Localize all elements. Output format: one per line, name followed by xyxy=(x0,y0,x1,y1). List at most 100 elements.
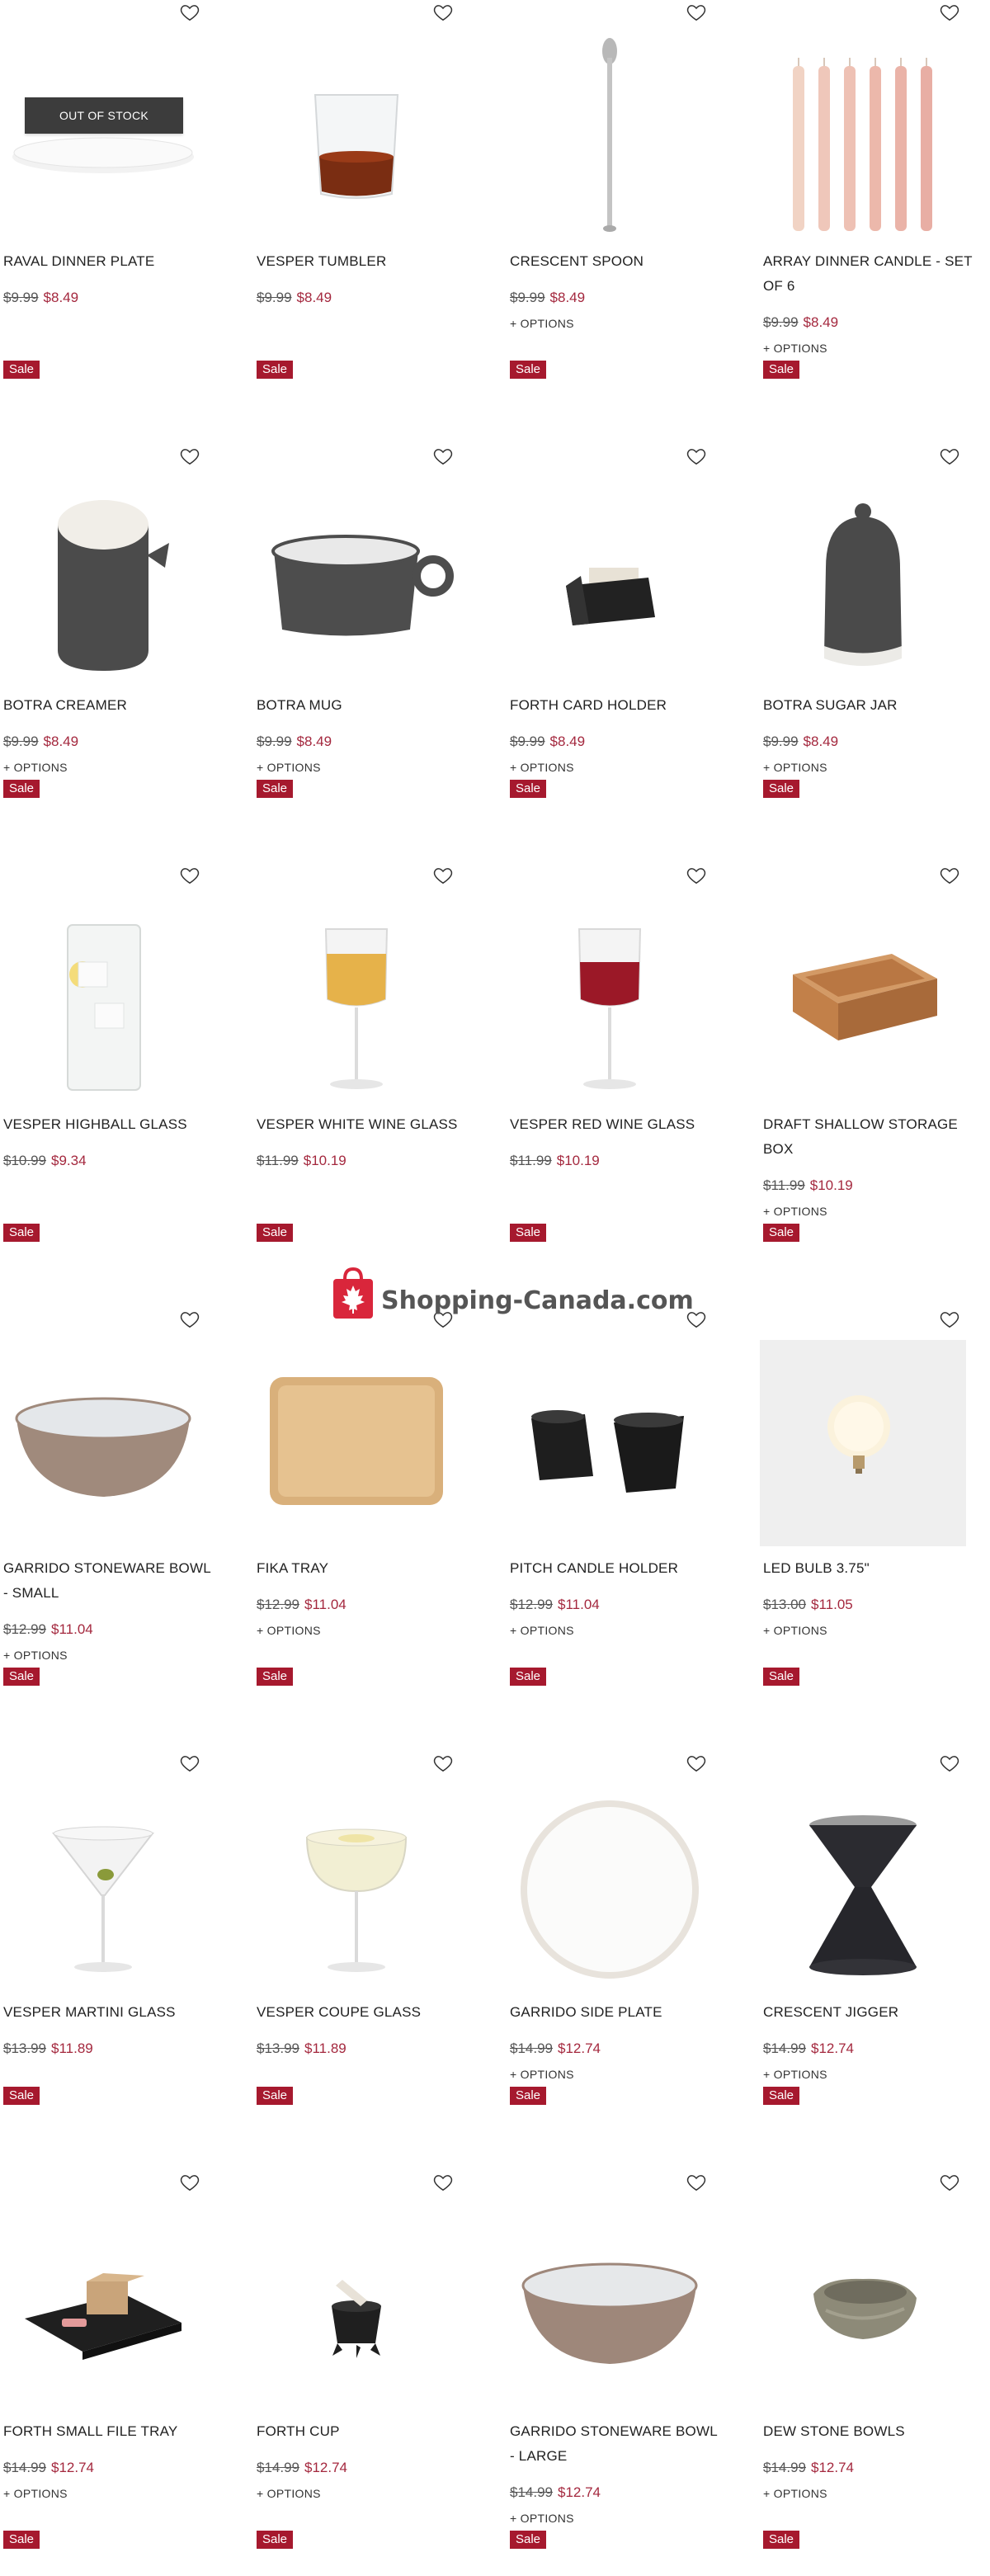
options-link[interactable]: + OPTIONS xyxy=(763,2068,827,2081)
product-image[interactable] xyxy=(0,1340,206,1546)
product-image[interactable] xyxy=(760,2203,966,2409)
heart-outline-icon[interactable] xyxy=(936,1749,964,1777)
product-image[interactable] xyxy=(760,33,966,239)
heart-outline-icon[interactable] xyxy=(682,1749,710,1777)
options-link[interactable]: + OPTIONS xyxy=(510,317,574,330)
options-link[interactable]: + OPTIONS xyxy=(763,1205,827,1218)
product-image[interactable] xyxy=(0,896,206,1102)
product-image[interactable] xyxy=(507,2203,713,2409)
product-title[interactable]: FIKA TRAY xyxy=(257,1556,471,1581)
sale-badge: Sale xyxy=(510,780,547,798)
options-link[interactable]: + OPTIONS xyxy=(257,761,321,774)
product-title[interactable]: LED BULB 3.75" xyxy=(763,1556,978,1581)
options-link[interactable]: + OPTIONS xyxy=(257,1624,321,1637)
sugar-jar-image xyxy=(824,503,902,666)
heart-outline-icon[interactable] xyxy=(429,442,457,470)
product-image[interactable] xyxy=(253,33,460,239)
product-title[interactable]: FORTH CUP xyxy=(257,2419,471,2444)
heart-outline-icon[interactable] xyxy=(176,2168,204,2196)
product-title[interactable]: VESPER RED WINE GLASS xyxy=(510,1112,724,1137)
heart-outline-icon[interactable] xyxy=(682,442,710,470)
options-link[interactable]: + OPTIONS xyxy=(510,2068,574,2081)
product-title[interactable]: VESPER TUMBLER xyxy=(257,249,471,274)
sale-price: $8.49 xyxy=(296,290,332,305)
options-link[interactable]: + OPTIONS xyxy=(763,1624,827,1637)
original-price: $9.99 xyxy=(3,734,39,749)
product-title[interactable]: ARRAY DINNER CANDLE - SET OF 6 xyxy=(763,249,978,299)
product-image[interactable] xyxy=(0,1784,206,1990)
heart-outline-icon[interactable] xyxy=(429,861,457,889)
options-link[interactable]: + OPTIONS xyxy=(763,342,827,355)
options-link[interactable]: + OPTIONS xyxy=(510,2512,574,2525)
options-link[interactable]: + OPTIONS xyxy=(510,1624,574,1637)
white-wine-glass-image xyxy=(324,928,389,1089)
product-title[interactable]: BOTRA CREAMER xyxy=(3,693,218,718)
product-title[interactable]: VESPER MARTINI GLASS xyxy=(3,2000,218,2025)
product-title[interactable]: FORTH CARD HOLDER xyxy=(510,693,724,718)
product-image[interactable] xyxy=(507,896,713,1102)
product-image[interactable] xyxy=(507,1340,713,1546)
heart-outline-icon[interactable] xyxy=(936,1305,964,1333)
product-title[interactable]: VESPER COUPE GLASS xyxy=(257,2000,471,2025)
heart-outline-icon[interactable] xyxy=(176,0,204,26)
heart-outline-icon[interactable] xyxy=(176,442,204,470)
product-image[interactable] xyxy=(760,1340,966,1546)
options-link[interactable]: + OPTIONS xyxy=(3,761,68,774)
price: $9.99 $8.49 xyxy=(763,733,838,751)
options-link[interactable]: + OPTIONS xyxy=(3,2487,68,2500)
product-image[interactable] xyxy=(253,1784,460,1990)
sale-badge: Sale xyxy=(257,2087,294,2105)
sale-badge: Sale xyxy=(257,780,294,798)
product-title[interactable]: VESPER HIGHBALL GLASS xyxy=(3,1112,218,1137)
product-image[interactable] xyxy=(507,1784,713,1990)
product-image[interactable] xyxy=(0,2203,206,2409)
heart-outline-icon[interactable] xyxy=(176,1305,204,1333)
heart-outline-icon[interactable] xyxy=(429,0,457,26)
heart-outline-icon[interactable] xyxy=(176,1749,204,1777)
options-link[interactable]: + OPTIONS xyxy=(763,2487,827,2500)
product-image[interactable] xyxy=(253,2203,460,2409)
options-link[interactable]: + OPTIONS xyxy=(510,761,574,774)
original-price: $14.99 xyxy=(510,2041,553,2056)
heart-outline-icon[interactable] xyxy=(936,442,964,470)
product-title[interactable]: BOTRA SUGAR JAR xyxy=(763,693,978,718)
product-image[interactable] xyxy=(760,477,966,683)
options-link[interactable]: + OPTIONS xyxy=(257,2487,321,2500)
heart-outline-icon[interactable] xyxy=(429,1749,457,1777)
product-title[interactable]: PITCH CANDLE HOLDER xyxy=(510,1556,724,1581)
heart-outline-icon[interactable] xyxy=(936,2168,964,2196)
product-title[interactable]: CRESCENT SPOON xyxy=(510,249,724,274)
sale-price: $8.49 xyxy=(549,734,586,749)
product-image[interactable] xyxy=(507,477,713,683)
product-title[interactable]: CRESCENT JIGGER xyxy=(763,2000,978,2025)
product-title[interactable]: VESPER WHITE WINE GLASS xyxy=(257,1112,471,1137)
sale-badge: Sale xyxy=(763,780,800,798)
product-title[interactable]: DRAFT SHALLOW STORAGE BOX xyxy=(763,1112,978,1162)
options-link[interactable]: + OPTIONS xyxy=(763,761,827,774)
product-image[interactable] xyxy=(253,896,460,1102)
heart-outline-icon[interactable] xyxy=(682,861,710,889)
heart-outline-icon[interactable] xyxy=(682,0,710,26)
heart-outline-icon[interactable] xyxy=(682,2168,710,2196)
product-image[interactable] xyxy=(507,33,713,239)
product-image[interactable] xyxy=(760,1784,966,1990)
heart-outline-icon[interactable] xyxy=(429,2168,457,2196)
product-image[interactable] xyxy=(0,477,206,683)
product-title[interactable]: GARRIDO SIDE PLATE xyxy=(510,2000,724,2025)
heart-outline-icon[interactable] xyxy=(936,0,964,26)
product-image[interactable] xyxy=(253,1340,460,1546)
product-title[interactable]: DEW STONE BOWLS xyxy=(763,2419,978,2444)
options-link[interactable]: + OPTIONS xyxy=(3,1649,68,1662)
heart-outline-icon[interactable] xyxy=(936,861,964,889)
original-price: $13.99 xyxy=(3,2041,46,2056)
product-title[interactable]: GARRIDO STONEWARE BOWL - LARGE xyxy=(510,2419,724,2469)
product-image[interactable] xyxy=(253,477,460,683)
product-title[interactable]: GARRIDO STONEWARE BOWL - SMALL xyxy=(3,1556,218,1606)
heart-outline-icon[interactable] xyxy=(176,861,204,889)
product-title[interactable]: FORTH SMALL FILE TRAY xyxy=(3,2419,218,2444)
product-title[interactable]: BOTRA MUG xyxy=(257,693,471,718)
price: $13.99 $11.89 xyxy=(3,2040,93,2058)
product-image[interactable] xyxy=(760,896,966,1102)
product-title[interactable]: RAVAL DINNER PLATE xyxy=(3,249,218,274)
product-image[interactable] xyxy=(0,33,206,239)
